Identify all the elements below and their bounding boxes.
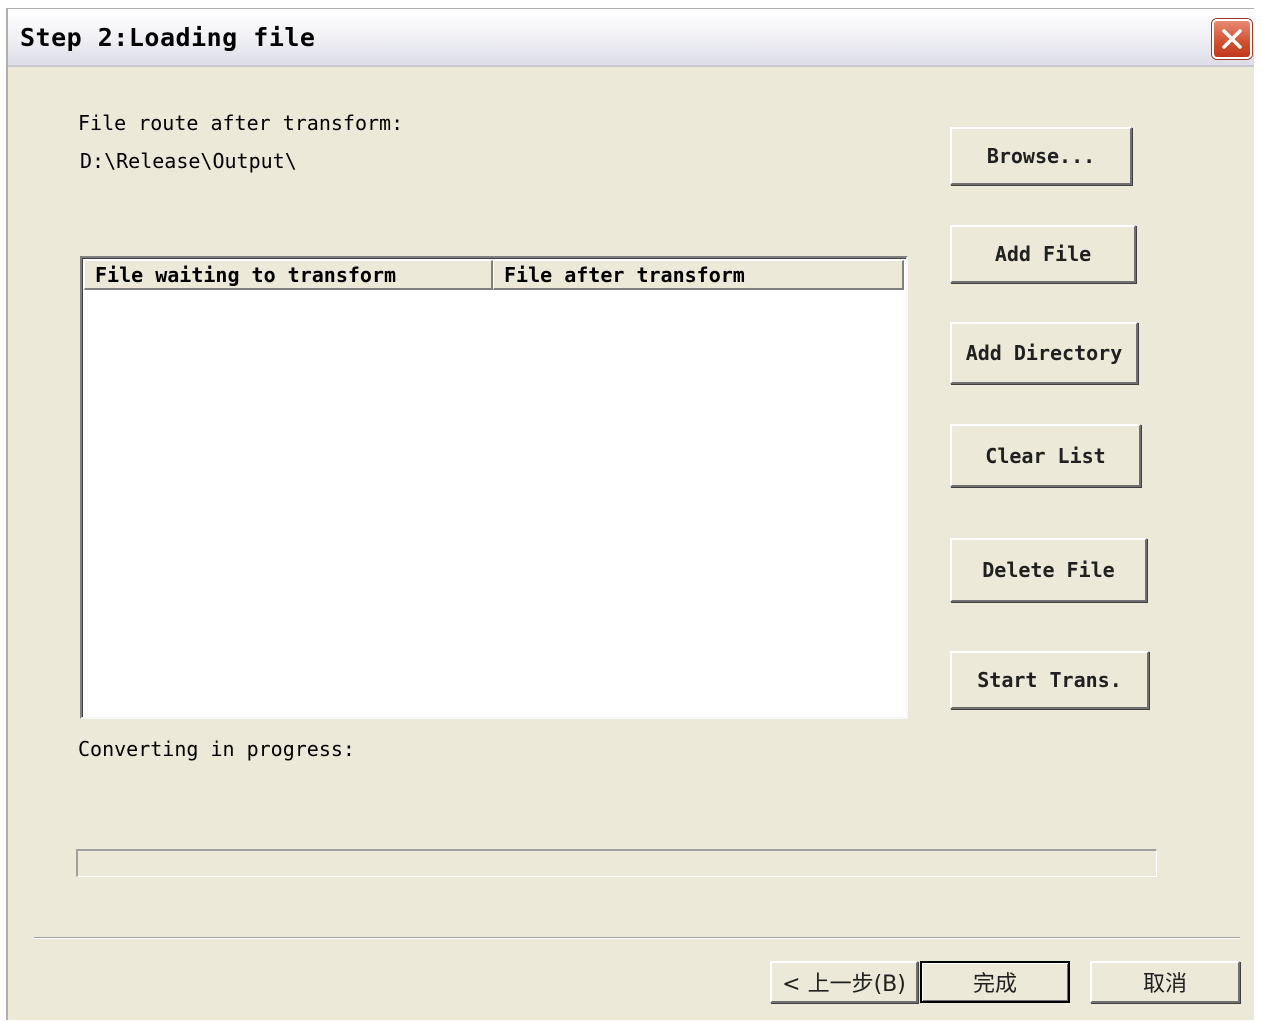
output-route-label: File route after transform: xyxy=(78,111,404,135)
add-file-button[interactable]: Add File xyxy=(950,225,1136,283)
output-route-path: D:\Release\Output\ xyxy=(80,149,297,173)
column-header-waiting[interactable]: File waiting to transform xyxy=(84,260,493,290)
close-icon xyxy=(1222,29,1242,49)
back-button[interactable]: < 上一步(B) xyxy=(770,961,918,1003)
progress-bar xyxy=(76,849,1157,877)
window-title: Step 2:Loading file xyxy=(20,23,316,52)
delete-file-button[interactable]: Delete File xyxy=(950,538,1147,602)
file-list[interactable]: File waiting to transform File after tra… xyxy=(80,256,908,719)
add-directory-button[interactable]: Add Directory xyxy=(950,322,1138,384)
column-header-after[interactable]: File after transform xyxy=(493,260,904,290)
wizard-dialog: Step 2:Loading file File route after tra… xyxy=(6,8,1254,1020)
close-button[interactable] xyxy=(1212,19,1252,59)
cancel-button[interactable]: 取消 xyxy=(1090,961,1240,1003)
progress-label: Converting in progress: xyxy=(78,737,355,761)
title-bar[interactable]: Step 2:Loading file xyxy=(8,9,1254,67)
footer-separator xyxy=(34,937,1240,939)
finish-button[interactable]: 完成 xyxy=(920,961,1070,1003)
start-trans-button[interactable]: Start Trans. xyxy=(950,651,1149,709)
file-list-header: File waiting to transform File after tra… xyxy=(84,260,904,290)
browse-button[interactable]: Browse... xyxy=(950,127,1132,185)
clear-list-button[interactable]: Clear List xyxy=(950,424,1141,487)
